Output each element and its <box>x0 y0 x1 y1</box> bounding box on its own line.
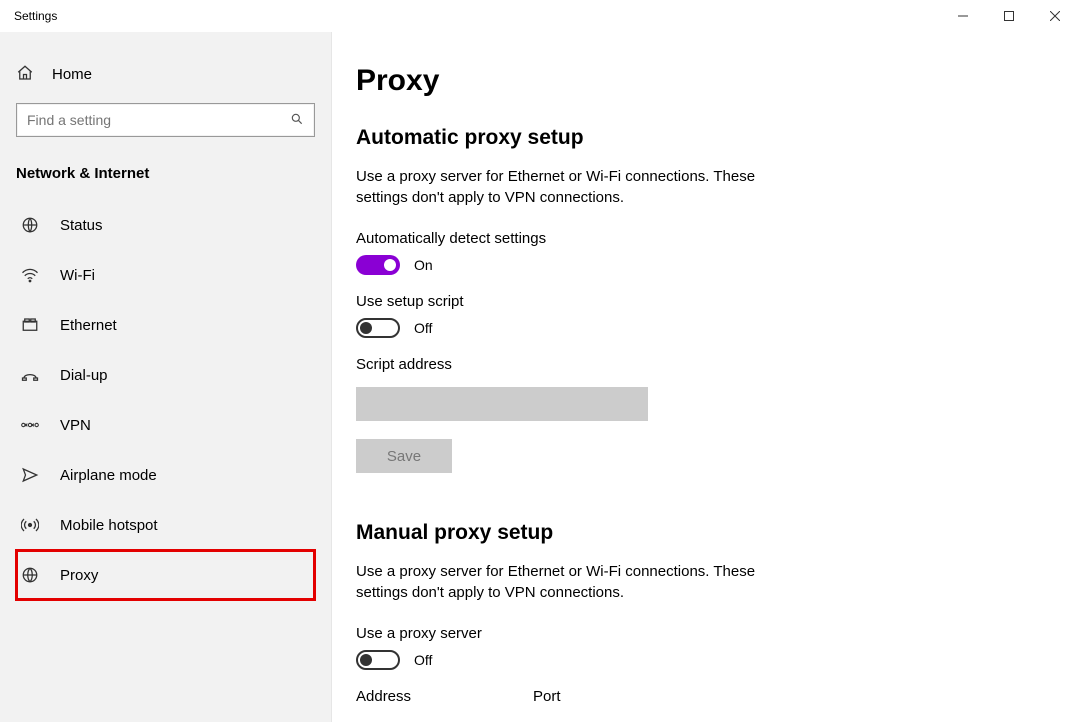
maximize-button[interactable] <box>986 0 1032 32</box>
sidebar-item-airplane-mode[interactable]: Airplane mode <box>16 450 315 500</box>
titlebar: Settings <box>0 0 1078 32</box>
minimize-button[interactable] <box>940 0 986 32</box>
sidebar-item-label: Airplane mode <box>60 467 157 484</box>
search-field[interactable] <box>27 112 290 128</box>
window-title: Settings <box>14 9 57 23</box>
status-icon <box>18 216 42 234</box>
main-content: Proxy Automatic proxy setup Use a proxy … <box>332 32 1078 722</box>
sidebar-item-label: Dial-up <box>60 367 108 384</box>
search-input[interactable] <box>16 103 315 137</box>
wifi-icon <box>18 266 42 284</box>
close-button[interactable] <box>1032 0 1078 32</box>
setup-script-state: Off <box>414 320 432 336</box>
script-address-input <box>356 387 648 421</box>
use-proxy-label: Use a proxy server <box>356 625 1054 642</box>
sidebar-item-dialup[interactable]: Dial-up <box>16 350 315 400</box>
home-link[interactable]: Home <box>16 50 315 103</box>
auto-section-title: Automatic proxy setup <box>356 126 1054 150</box>
sidebar-item-vpn[interactable]: VPN <box>16 400 315 450</box>
use-proxy-toggle[interactable] <box>356 650 400 670</box>
sidebar-item-mobile-hotspot[interactable]: Mobile hotspot <box>16 500 315 550</box>
setup-script-label: Use setup script <box>356 293 1054 310</box>
sidebar-item-proxy[interactable]: Proxy <box>16 550 315 600</box>
sidebar-item-wifi[interactable]: Wi-Fi <box>16 250 315 300</box>
sidebar-item-label: Ethernet <box>60 317 117 334</box>
airplane-icon <box>18 466 42 484</box>
hotspot-icon <box>18 516 42 534</box>
home-label: Home <box>52 66 92 83</box>
auto-section-desc: Use a proxy server for Ethernet or Wi-Fi… <box>356 166 796 208</box>
sidebar-item-label: Mobile hotspot <box>60 517 158 534</box>
script-address-label: Script address <box>356 356 1054 373</box>
dialup-icon <box>18 366 42 384</box>
address-label: Address <box>356 688 411 705</box>
detect-settings-label: Automatically detect settings <box>356 230 1054 247</box>
sidebar-item-label: Proxy <box>60 567 98 584</box>
sidebar-item-ethernet[interactable]: Ethernet <box>16 300 315 350</box>
category-heading: Network & Internet <box>16 137 315 200</box>
manual-section-desc: Use a proxy server for Ethernet or Wi-Fi… <box>356 561 796 603</box>
save-button: Save <box>356 439 452 473</box>
sidebar-item-label: Wi-Fi <box>60 267 95 284</box>
port-label: Port <box>533 688 561 705</box>
detect-settings-state: On <box>414 257 433 273</box>
setup-script-toggle[interactable] <box>356 318 400 338</box>
page-title: Proxy <box>356 64 1054 98</box>
manual-section-title: Manual proxy setup <box>356 521 1054 545</box>
sidebar-item-label: VPN <box>60 417 91 434</box>
vpn-icon <box>18 418 42 432</box>
globe-icon <box>18 566 42 584</box>
search-icon <box>290 112 304 129</box>
ethernet-icon <box>18 316 42 334</box>
use-proxy-state: Off <box>414 652 432 668</box>
home-icon <box>16 64 34 85</box>
sidebar: Home Network & Internet <box>0 32 332 722</box>
sidebar-item-label: Status <box>60 217 103 234</box>
detect-settings-toggle[interactable] <box>356 255 400 275</box>
sidebar-item-status[interactable]: Status <box>16 200 315 250</box>
